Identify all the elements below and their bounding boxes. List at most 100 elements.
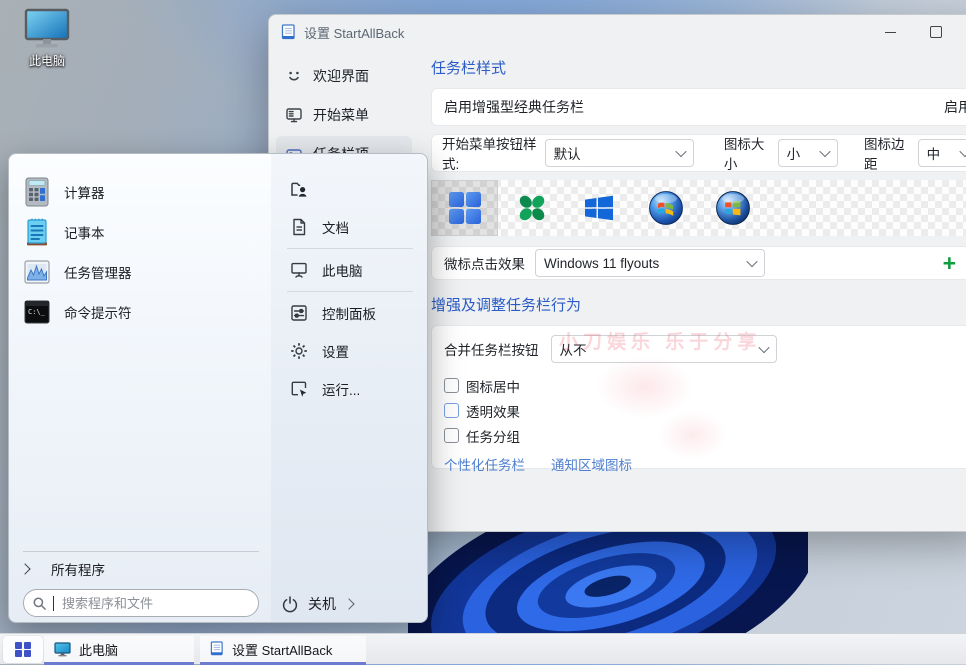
checkbox-row-transparency[interactable]: 透明效果 xyxy=(444,398,966,423)
start-button-style-row: 开始菜单按钮样式: 默认 图标大小 小 图标边距 中 xyxy=(431,134,966,172)
this-pc-icon xyxy=(289,260,309,280)
orb-option-windows-11[interactable] xyxy=(431,180,498,236)
chevron-right-icon xyxy=(19,563,30,574)
menu-item-settings[interactable]: 设置 xyxy=(271,332,427,370)
maximize-button[interactable] xyxy=(913,15,959,49)
menu-item-label: 计算器 xyxy=(64,182,105,202)
settings-main: 任务栏样式 启用增强型经典任务栏 启用 开始菜单按钮样式: 默认 图标大小 小 … xyxy=(419,49,966,531)
button-style-select[interactable]: 默认 xyxy=(545,139,694,167)
menu-item-notepad[interactable]: 记事本 xyxy=(23,212,271,252)
orb-option-windows-10[interactable] xyxy=(565,180,632,236)
menu-item-user-files[interactable] xyxy=(271,170,427,208)
control-panel-icon xyxy=(289,303,309,323)
documents-icon xyxy=(289,217,309,237)
menu-item-label: 此电脑 xyxy=(322,260,363,280)
icon-size-select[interactable]: 小 xyxy=(778,139,838,167)
titlebar[interactable]: 设置 StartAllBack ✕ xyxy=(269,15,966,49)
shutdown-button[interactable]: 关机 xyxy=(281,592,353,616)
enable-classic-taskbar-row: 启用增强型经典任务栏 启用 xyxy=(431,88,966,126)
smiley-icon xyxy=(285,67,303,85)
all-programs-label: 所有程序 xyxy=(51,559,105,579)
system-taskbar: 此电脑 设置 StartAllBack xyxy=(0,633,966,664)
sidebar-item-label: 开始菜单 xyxy=(313,105,369,125)
settings-gear-icon xyxy=(289,341,309,361)
checkbox-row-task-grouping[interactable]: 任务分组 xyxy=(444,423,966,448)
start-menu-programs: 计算器 记事本 任务管理器 xyxy=(9,154,271,332)
orb-option-windows-vista[interactable] xyxy=(699,180,766,236)
sidebar-item-label: 欢迎界面 xyxy=(313,66,369,86)
section-heading-taskbar-style: 任务栏样式 xyxy=(431,57,966,78)
menu-item-run[interactable]: 运行... xyxy=(271,370,427,408)
power-icon xyxy=(281,595,299,613)
checkbox[interactable] xyxy=(444,378,459,393)
computer-monitor-icon xyxy=(23,8,71,50)
chevron-down-icon xyxy=(746,256,757,267)
taskbar-button-this-pc[interactable]: 此电脑 xyxy=(44,636,194,665)
this-pc-monitor-icon xyxy=(54,642,71,657)
notepad-icon xyxy=(23,217,51,247)
startallback-book-icon xyxy=(210,641,224,657)
windows-7-orb-icon xyxy=(648,190,684,226)
chevron-down-icon xyxy=(819,146,830,157)
link-notification-area-icons[interactable]: 通知区域图标 xyxy=(551,454,632,474)
taskbar-button-startallback[interactable]: 设置 StartAllBack xyxy=(200,636,366,665)
windows-vista-orb-icon xyxy=(715,190,751,226)
windows-11-logo-icon xyxy=(15,642,31,658)
start-button[interactable] xyxy=(3,636,43,663)
close-button[interactable]: ✕ xyxy=(959,15,966,49)
text-caret xyxy=(53,596,54,611)
icon-margin-label: 图标边距 xyxy=(864,133,910,173)
svg-text:C:\_: C:\_ xyxy=(28,308,46,316)
all-programs-button[interactable]: 所有程序 xyxy=(21,557,105,581)
search-box[interactable] xyxy=(23,589,259,617)
checkbox-row-center-icons[interactable]: 图标居中 xyxy=(444,373,966,398)
minimize-icon xyxy=(885,32,896,33)
checkbox[interactable] xyxy=(444,428,459,443)
flyout-effect-row: 微标点击效果 Windows 11 flyouts + xyxy=(431,246,966,280)
user-folder-icon xyxy=(289,179,309,199)
chevron-down-icon xyxy=(959,146,966,157)
toggle-label: 启用 xyxy=(944,97,966,117)
startallback-book-icon xyxy=(281,24,296,41)
task-manager-icon xyxy=(23,258,51,286)
search-input[interactable] xyxy=(60,595,250,612)
enable-classic-taskbar-label: 启用增强型经典任务栏 xyxy=(444,97,584,117)
menu-item-calculator[interactable]: 计算器 xyxy=(23,172,271,212)
windows-10-logo xyxy=(583,192,615,224)
wallpaper-bloom xyxy=(408,517,808,634)
sidebar-item-start-menu[interactable]: 开始菜单 xyxy=(276,97,412,133)
combine-buttons-select[interactable]: 从不 xyxy=(551,335,777,363)
add-button[interactable]: + xyxy=(943,252,956,275)
link-personalize-taskbar[interactable]: 个性化任务栏 xyxy=(444,454,525,474)
menu-item-this-pc[interactable]: 此电脑 xyxy=(271,251,427,289)
combine-buttons-label: 合并任务栏按钮 xyxy=(444,339,539,359)
checkbox[interactable] xyxy=(444,403,459,418)
start-menu: 计算器 记事本 任务管理器 xyxy=(8,153,428,623)
divider xyxy=(287,291,413,292)
section-heading-behavior: 增强及调整任务栏行为 xyxy=(431,294,966,315)
start-orb-picker xyxy=(431,180,966,236)
taskbar-button-label: 此电脑 xyxy=(79,640,118,659)
search-icon xyxy=(32,596,47,611)
menu-item-label: 运行... xyxy=(322,379,360,399)
menu-item-task-manager[interactable]: 任务管理器 xyxy=(23,252,271,292)
orb-option-windows-7[interactable] xyxy=(632,180,699,236)
start-menu-icon xyxy=(285,106,303,124)
flyout-label: 微标点击效果 xyxy=(444,253,525,273)
icon-margin-select[interactable]: 中 xyxy=(918,139,966,167)
icon-size-label: 图标大小 xyxy=(724,133,770,173)
flyout-select[interactable]: Windows 11 flyouts xyxy=(535,249,765,277)
chevron-down-icon xyxy=(758,342,769,353)
menu-item-label: 记事本 xyxy=(64,222,105,242)
menu-item-control-panel[interactable]: 控制面板 xyxy=(271,294,427,332)
minimize-button[interactable] xyxy=(867,15,913,49)
menu-item-command-prompt[interactable]: C:\_ 命令提示符 xyxy=(23,292,271,332)
desktop-icon-this-pc[interactable]: 此电脑 xyxy=(14,8,80,69)
sidebar-item-welcome[interactable]: 欢迎界面 xyxy=(276,58,412,94)
menu-item-documents[interactable]: 文档 xyxy=(271,208,427,246)
calculator-icon xyxy=(23,177,51,207)
command-prompt-icon: C:\_ xyxy=(23,299,51,325)
desktop-icon-label: 此电脑 xyxy=(14,52,80,69)
orb-option-startallback[interactable] xyxy=(498,180,565,236)
menu-item-label: 文档 xyxy=(322,217,349,237)
